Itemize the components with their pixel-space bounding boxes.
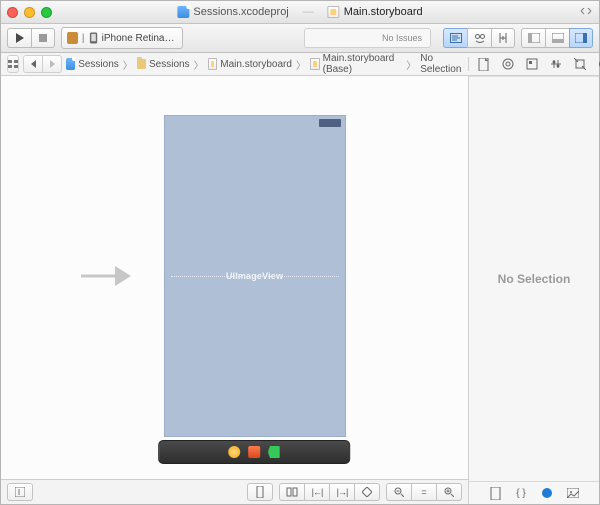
titlebar: Sessions.xcodeproj — Main.storyboard bbox=[1, 1, 599, 24]
resolve-issues-button[interactable]: |→| bbox=[329, 483, 354, 501]
document-outline-toggle[interactable] bbox=[7, 483, 33, 501]
activity-status: No Issues bbox=[304, 28, 431, 48]
breadcrumb[interactable]: Sessions 〉 Sessions 〉 Main.storyboard 〉 … bbox=[66, 53, 464, 75]
related-items-button[interactable] bbox=[7, 55, 19, 73]
crumb-4: No Selection bbox=[420, 53, 463, 75]
inspector-body: No Selection bbox=[469, 76, 599, 481]
file-template-library-icon[interactable] bbox=[488, 486, 502, 500]
storyboard-file-icon bbox=[310, 58, 320, 70]
any-size-button[interactable] bbox=[247, 483, 273, 501]
crumb-3: Main.storyboard (Base) bbox=[323, 53, 403, 75]
xcode-project-icon bbox=[66, 58, 75, 70]
utilities-panel: No Selection { } bbox=[469, 76, 599, 504]
stop-button[interactable] bbox=[31, 28, 55, 48]
xcode-window: Sessions.xcodeproj — Main.storyboard | bbox=[0, 0, 600, 505]
zoom-group: = bbox=[386, 483, 462, 501]
zoom-out-button[interactable] bbox=[386, 483, 411, 501]
crumb-0: Sessions bbox=[78, 59, 119, 70]
media-library-icon[interactable] bbox=[566, 486, 580, 500]
main-toolbar: | iPhone Retina (3... No Issues bbox=[1, 24, 599, 53]
tab-storyboard[interactable]: Main.storyboard bbox=[328, 6, 423, 18]
inspector-tabs bbox=[468, 57, 600, 71]
document-tabs: Sessions.xcodeproj — Main.storyboard bbox=[177, 6, 422, 18]
storyboard-file-icon bbox=[328, 6, 340, 18]
zoom-in-button[interactable] bbox=[436, 483, 462, 501]
code-snippet-library-icon[interactable]: { } bbox=[514, 486, 528, 500]
no-selection-label: No Selection bbox=[498, 272, 571, 286]
library-tabs: { } bbox=[469, 481, 599, 504]
quick-help-icon[interactable] bbox=[501, 57, 515, 71]
status-label: No Issues bbox=[382, 33, 422, 43]
back-button[interactable] bbox=[23, 55, 42, 73]
identity-inspector-icon[interactable] bbox=[525, 57, 539, 71]
resizing-button[interactable] bbox=[354, 483, 380, 501]
close-window-button[interactable] bbox=[7, 7, 18, 18]
toggle-debug-button[interactable] bbox=[545, 28, 569, 48]
device-icon bbox=[89, 32, 98, 44]
pin-button[interactable]: |←| bbox=[304, 483, 329, 501]
scheme-label: iPhone Retina (3... bbox=[102, 33, 177, 44]
storyboard-file-icon bbox=[208, 58, 218, 70]
content-row: UIImageView |←| |→| bbox=[1, 76, 599, 504]
minimize-window-button[interactable] bbox=[24, 7, 35, 18]
tab-project-label: Sessions.xcodeproj bbox=[193, 6, 288, 18]
scene-view-controller[interactable]: UIImageView bbox=[164, 115, 346, 437]
folder-icon bbox=[137, 59, 146, 69]
align-button[interactable] bbox=[279, 483, 304, 501]
auto-layout-group: |←| |→| bbox=[279, 483, 380, 501]
exit-segue-icon[interactable] bbox=[268, 446, 280, 458]
initial-scene-arrow-icon[interactable] bbox=[81, 264, 131, 288]
canvas[interactable]: UIImageView bbox=[1, 76, 468, 476]
window-controls bbox=[7, 7, 52, 18]
panel-visibility-group bbox=[521, 28, 593, 48]
crumb-2: Main.storyboard bbox=[220, 59, 292, 70]
file-inspector-icon[interactable] bbox=[477, 57, 491, 71]
toggle-navigator-button[interactable] bbox=[521, 28, 545, 48]
view-controller-object-icon[interactable] bbox=[228, 446, 240, 458]
toggle-utilities-button[interactable] bbox=[569, 28, 593, 48]
status-bar-indicator-icon bbox=[319, 119, 341, 127]
tab-project[interactable]: Sessions.xcodeproj bbox=[177, 6, 288, 18]
editor-mode-group bbox=[443, 28, 515, 48]
object-library-icon[interactable] bbox=[540, 486, 554, 500]
xcode-project-icon bbox=[177, 6, 189, 18]
interface-builder-editor: UIImageView |←| |→| bbox=[1, 76, 469, 504]
assistant-editor-button[interactable] bbox=[467, 28, 491, 48]
attributes-inspector-icon[interactable] bbox=[549, 57, 563, 71]
history-nav bbox=[23, 55, 62, 73]
layout-toggle-group bbox=[247, 483, 273, 501]
tab-storyboard-label: Main.storyboard bbox=[344, 6, 423, 18]
chevron-right-icon: 〉 bbox=[406, 57, 416, 72]
scheme-selector[interactable]: | iPhone Retina (3... bbox=[61, 27, 183, 49]
crumb-1: Sessions bbox=[149, 59, 190, 70]
zoom-window-button[interactable] bbox=[41, 7, 52, 18]
forward-button[interactable] bbox=[42, 55, 62, 73]
standard-editor-button[interactable] bbox=[443, 28, 467, 48]
chevron-right-icon: 〉 bbox=[194, 57, 204, 72]
chevron-right-icon: 〉 bbox=[123, 57, 133, 72]
chevron-right-icon: 〉 bbox=[296, 57, 306, 72]
editor-footer-toolbar: |←| |→| = bbox=[1, 479, 468, 504]
guide-line bbox=[171, 276, 339, 277]
scene-dock bbox=[158, 440, 350, 464]
version-editor-button[interactable] bbox=[491, 28, 515, 48]
fullscreen-icon[interactable] bbox=[579, 7, 593, 17]
zoom-actual-button[interactable]: = bbox=[411, 483, 436, 501]
first-responder-icon[interactable] bbox=[248, 446, 260, 458]
jump-bar: Sessions 〉 Sessions 〉 Main.storyboard 〉 … bbox=[1, 53, 599, 76]
app-icon bbox=[67, 32, 78, 44]
run-stop-group bbox=[7, 28, 55, 48]
run-button[interactable] bbox=[7, 28, 31, 48]
size-inspector-icon[interactable] bbox=[573, 57, 587, 71]
